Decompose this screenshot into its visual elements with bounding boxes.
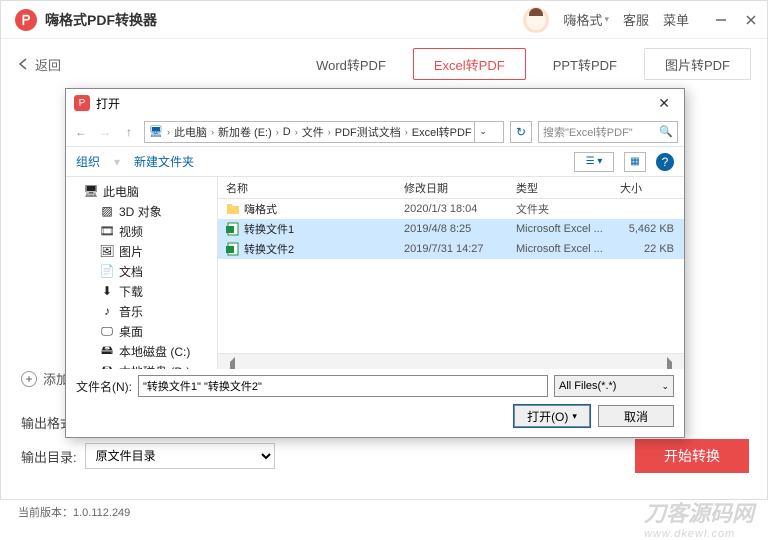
search-input[interactable]: 搜索"Excel转PDF"🔍 bbox=[538, 121, 678, 143]
filename-input[interactable] bbox=[138, 375, 548, 397]
tree-item[interactable]: 🖴本地磁盘 (C:) bbox=[66, 341, 217, 361]
add-file-button[interactable]: +添加 bbox=[21, 369, 69, 388]
preview-pane-button[interactable]: ▦ bbox=[624, 152, 646, 172]
nav-forward-button[interactable]: → bbox=[96, 123, 114, 141]
help-button[interactable]: ? bbox=[656, 153, 674, 171]
convert-button[interactable]: 开始转换 bbox=[635, 439, 749, 473]
support-link[interactable]: 客服 bbox=[623, 10, 649, 29]
tree-item[interactable]: 🖥此电脑 bbox=[66, 181, 217, 201]
dialog-titlebar: P 打开 ✕ bbox=[66, 89, 684, 117]
cancel-button[interactable]: 取消 bbox=[598, 405, 674, 427]
desktop-icon: 🖵 bbox=[100, 324, 114, 338]
nav-back-button[interactable]: ← bbox=[72, 123, 90, 141]
filter-select[interactable]: All Files(*.*)⌄ bbox=[554, 375, 674, 397]
tree-item[interactable]: ♪音乐 bbox=[66, 301, 217, 321]
dialog-app-icon: P bbox=[74, 95, 90, 111]
file-row[interactable]: 转换文件22019/7/31 14:27Microsoft Excel ...2… bbox=[218, 239, 684, 259]
breadcrumb[interactable]: 🖥› 此电脑› 新加卷 (E:)› D› 文件› PDF测试文档› Excel转… bbox=[144, 121, 504, 143]
menu-link[interactable]: 菜单 bbox=[663, 10, 689, 29]
pc-icon: 🖥 bbox=[84, 184, 98, 198]
dialog-nav: ← → ↑ 🖥› 此电脑› 新加卷 (E:)› D› 文件› PDF测试文档› … bbox=[66, 117, 684, 147]
3d-icon: ▨ bbox=[100, 204, 114, 218]
tree-item[interactable]: 🎞视频 bbox=[66, 221, 217, 241]
music-icon: ♪ bbox=[100, 304, 114, 318]
tree-item[interactable]: 📄文档 bbox=[66, 261, 217, 281]
user-link[interactable]: 嗨格式▾ bbox=[563, 10, 609, 29]
avatar-icon[interactable] bbox=[523, 7, 549, 33]
excel-icon bbox=[226, 242, 240, 256]
dialog-toolbar: 组织 ▾ 新建文件夹 ☰ ▾ ▦ ? bbox=[66, 147, 684, 177]
file-row[interactable]: 转换文件12019/4/8 8:25Microsoft Excel ...5,4… bbox=[218, 219, 684, 239]
tree-item[interactable]: 🖵桌面 bbox=[66, 321, 217, 341]
watermark: 刀客源码网 www.dkewl.com bbox=[644, 496, 754, 540]
output-dir-select[interactable]: 原文件目录 bbox=[85, 443, 275, 469]
close-button[interactable] bbox=[745, 14, 757, 26]
tree-item[interactable]: 🖼图片 bbox=[66, 241, 217, 261]
output-dir-row: 输出目录: 原文件目录 bbox=[1, 431, 295, 481]
tab-ppt[interactable]: PPT转PDF bbox=[532, 48, 638, 80]
open-button[interactable]: 打开(O)▾ bbox=[514, 405, 590, 427]
refresh-button[interactable]: ↻ bbox=[510, 121, 532, 143]
minimize-button[interactable] bbox=[715, 14, 727, 26]
pc-icon: 🖥 bbox=[149, 125, 163, 139]
file-list: 名称 修改日期 类型 大小 嗨格式2020/1/3 18:04文件夹转换文件12… bbox=[218, 177, 684, 369]
app-title: 嗨格式PDF转换器 bbox=[45, 10, 523, 30]
tree-item[interactable]: ⬇下载 bbox=[66, 281, 217, 301]
dialog-title: 打开 bbox=[96, 95, 120, 112]
video-icon: 🎞 bbox=[100, 224, 114, 238]
doc-icon: 📄 bbox=[100, 264, 114, 278]
tree-item[interactable]: 🖴本地磁盘 (D:) bbox=[66, 361, 217, 369]
file-open-dialog: P 打开 ✕ ← → ↑ 🖥› 此电脑› 新加卷 (E:)› D› 文件› PD… bbox=[65, 88, 685, 438]
back-button[interactable]: 返回 bbox=[17, 55, 61, 74]
tab-excel[interactable]: Excel转PDF bbox=[413, 48, 526, 80]
plus-icon: + bbox=[21, 371, 37, 387]
version-label: 当前版本：1.0.112.249 bbox=[18, 504, 130, 520]
file-list-header[interactable]: 名称 修改日期 类型 大小 bbox=[218, 177, 684, 199]
app-header: 嗨格式PDF转换器 嗨格式▾ 客服 菜单 bbox=[1, 1, 767, 39]
dialog-close-button[interactable]: ✕ bbox=[652, 93, 676, 114]
nav-up-button[interactable]: ↑ bbox=[120, 123, 138, 141]
tab-bar: 返回 Word转PDF Excel转PDF PPT转PDF 图片转PDF bbox=[1, 39, 767, 89]
download-icon: ⬇ bbox=[100, 284, 114, 298]
tree-item[interactable]: ▨3D 对象 bbox=[66, 201, 217, 221]
drive-icon: 🖴 bbox=[100, 344, 114, 358]
horizontal-scrollbar[interactable] bbox=[218, 353, 684, 369]
tab-image[interactable]: 图片转PDF bbox=[644, 48, 751, 80]
main-window: 嗨格式PDF转换器 嗨格式▾ 客服 菜单 返回 Word转PDF Excel转P… bbox=[0, 0, 768, 500]
arrow-left-icon bbox=[17, 57, 31, 71]
file-row[interactable]: 嗨格式2020/1/3 18:04文件夹 bbox=[218, 199, 684, 219]
search-icon: 🔍 bbox=[659, 125, 673, 138]
tab-word[interactable]: Word转PDF bbox=[295, 48, 407, 80]
view-mode-button[interactable]: ☰ ▾ bbox=[574, 152, 614, 172]
organize-menu[interactable]: 组织 bbox=[76, 153, 100, 170]
excel-icon bbox=[226, 222, 240, 236]
app-logo-icon bbox=[15, 9, 37, 31]
breadcrumb-dropdown[interactable]: ⌄ bbox=[474, 122, 492, 142]
new-folder-button[interactable]: 新建文件夹 bbox=[134, 153, 194, 170]
folder-icon bbox=[226, 202, 240, 216]
folder-tree[interactable]: 🖥此电脑▨3D 对象🎞视频🖼图片📄文档⬇下载♪音乐🖵桌面🖴本地磁盘 (C:)🖴本… bbox=[66, 177, 218, 369]
filename-label: 文件名(N): bbox=[76, 378, 132, 395]
image-icon: 🖼 bbox=[100, 244, 114, 258]
